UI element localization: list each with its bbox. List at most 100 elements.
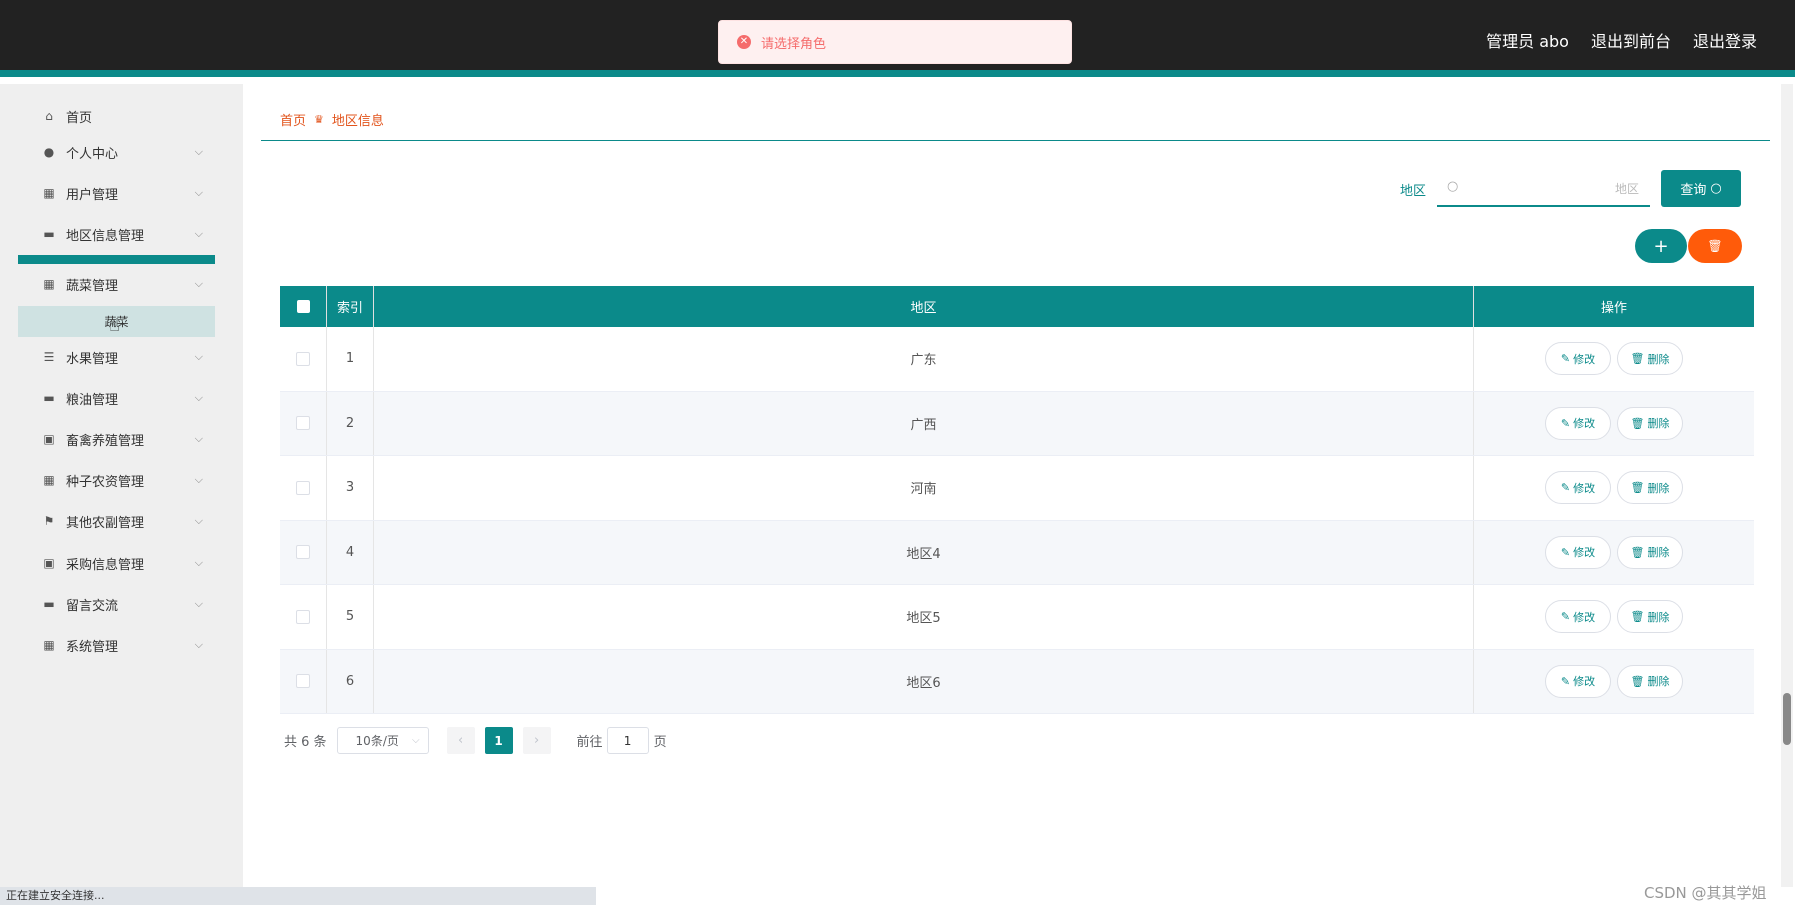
table-row: 5 地区5 ✎ 修改 🗑 删除 — [280, 585, 1754, 650]
query-button[interactable]: 查询 ○ — [1661, 170, 1741, 207]
row-checkbox[interactable] — [296, 609, 310, 624]
delete-button[interactable]: 🗑 删除 — [1617, 664, 1683, 698]
table-header: 索引 地区 操作 — [280, 286, 1754, 327]
flag-icon: ⚑ — [43, 514, 55, 528]
sidebar-item-region[interactable]: ▬ 地区信息管理 ⌵ — [18, 214, 215, 254]
row-checkbox[interactable] — [296, 545, 310, 560]
goto-page-input[interactable] — [606, 727, 649, 754]
edit-button[interactable]: ✎ 修改 — [1545, 664, 1611, 698]
row-checkbox[interactable] — [296, 674, 310, 689]
table-row: 2 广西 ✎ 修改 🗑 删除 — [280, 391, 1754, 456]
breadcrumb-home[interactable]: 首页 — [280, 110, 306, 129]
sidebar-item-personal[interactable]: ● 个人中心 ⌵ — [18, 132, 215, 172]
sidebar-item-vegetables[interactable]: ▦ 蔬菜管理 ⌵ — [18, 264, 215, 304]
browser-status-bar: 正在建立安全连接... — [0, 887, 596, 905]
grid-icon: ▦ — [43, 277, 55, 291]
row-select-cell[interactable] — [280, 520, 327, 584]
trash-icon: 🗑 — [1630, 481, 1645, 495]
header-region: 地区 — [374, 286, 1474, 327]
row-index: 1 — [327, 327, 374, 391]
select-all-checkbox[interactable] — [296, 300, 310, 313]
sidebar-item-livestock[interactable]: ▣ 畜禽养殖管理 ⌵ — [18, 419, 215, 459]
trash-icon: 🗑 — [1630, 610, 1645, 624]
delete-label: 删除 — [1647, 675, 1670, 689]
trash-icon: 🗑 — [1707, 239, 1723, 253]
edit-button[interactable]: ✎ 修改 — [1545, 342, 1611, 376]
row-checkbox[interactable] — [296, 480, 310, 495]
row-checkbox[interactable] — [296, 416, 310, 431]
scrollbar-track[interactable] — [1781, 84, 1793, 887]
sidebar-item-users[interactable]: ▦ 用户管理 ⌵ — [18, 173, 215, 213]
top-bar: ✕ 请选择角色 管理员 abo 退出到前台 退出登录 — [0, 0, 1795, 77]
active-menu-indicator — [18, 255, 215, 264]
row-select-cell[interactable] — [280, 327, 327, 391]
back-to-front-link[interactable]: 退出到前台 — [1591, 28, 1671, 52]
search-input[interactable] — [1467, 176, 1641, 202]
pagination: 共 6 条 10条/页 ⌵ ‹ 1 › 前往 页 — [284, 727, 667, 754]
edit-button[interactable]: ✎ 修改 — [1545, 600, 1611, 634]
delete-button[interactable]: 🗑 删除 — [1617, 535, 1683, 569]
sidebar-item-grain-oil[interactable]: ▬ 粮油管理 ⌵ — [18, 378, 215, 418]
next-page-button[interactable]: › — [522, 727, 551, 754]
trash-icon: 🗑 — [1630, 545, 1645, 559]
delete-button[interactable]: 🗑 删除 — [1617, 471, 1683, 505]
row-select-cell[interactable] — [280, 649, 327, 713]
chevron-right-icon: › — [533, 733, 540, 748]
sidebar-item-home[interactable]: ⌂ 首页 — [18, 96, 215, 136]
page-size-select[interactable]: 10条/页 ⌵ — [336, 727, 429, 754]
delete-button[interactable]: 🗑 删除 — [1617, 342, 1683, 376]
sidebar-item-other[interactable]: ⚑ 其他农副管理 ⌵ — [18, 501, 215, 541]
page-number-button[interactable]: 1 — [484, 727, 513, 754]
prev-page-button[interactable]: ‹ — [446, 727, 475, 754]
row-index: 5 — [327, 585, 374, 649]
sidebar-item-fruits[interactable]: ☰ 水果管理 ⌵ — [18, 337, 215, 377]
edit-button[interactable]: ✎ 修改 — [1545, 535, 1611, 569]
breadcrumb-current: 地区信息 — [331, 114, 384, 129]
goto-label: 前往 — [576, 735, 603, 750]
edit-label: 修改 — [1573, 481, 1596, 495]
edit-label: 修改 — [1573, 610, 1596, 624]
row-region: 地区5 — [374, 585, 1474, 649]
row-actions: ✎ 修改 🗑 删除 — [1474, 392, 1754, 456]
edit-label: 修改 — [1573, 417, 1596, 431]
sidebar-item-system[interactable]: ▦ 系统管理 ⌵ — [18, 625, 215, 665]
edit-button[interactable]: ✎ 修改 — [1545, 471, 1611, 505]
chevron-down-icon: ⌵ — [411, 735, 420, 746]
delete-label: 删除 — [1647, 546, 1670, 560]
edit-label: 修改 — [1573, 546, 1596, 560]
sliders-icon: ☰ — [43, 350, 55, 364]
row-actions: ✎ 修改 🗑 删除 — [1474, 650, 1754, 714]
toast-message: 请选择角色 — [761, 36, 827, 52]
delete-button[interactable]: 🗑 删除 — [1617, 600, 1683, 634]
page-unit: 页 — [653, 735, 667, 750]
edit-button[interactable]: ✎ 修改 — [1545, 406, 1611, 440]
sidebar-item-purchase[interactable]: ▣ 采购信息管理 ⌵ — [18, 543, 215, 583]
edit-icon: ✎ — [1560, 610, 1571, 624]
row-region: 广东 — [374, 327, 1474, 391]
row-checkbox[interactable] — [296, 351, 310, 366]
logout-link[interactable]: 退出登录 — [1693, 28, 1757, 52]
table-body: 1 广东 ✎ 修改 🗑 删除 2 广西 ✎ 修改 🗑 删除 3 河南 ✎ 修改 🗑 删除 4 地区4 ✎ 修改 🗑 删除 5 地区… — [280, 327, 1754, 714]
chevron-down-icon: ⌵ — [194, 473, 203, 486]
row-select-cell[interactable] — [280, 456, 327, 520]
sidebar-item-messages[interactable]: ▬ 留言交流 ⌵ — [18, 584, 215, 624]
grid-icon: ▦ — [43, 638, 55, 652]
edit-icon: ✎ — [1560, 352, 1571, 366]
query-button-label: 查询 — [1680, 183, 1707, 198]
row-region: 河南 — [374, 456, 1474, 520]
row-select-cell[interactable] — [280, 585, 327, 649]
row-select-cell[interactable] — [280, 391, 327, 455]
trash-icon: 🗑 — [1630, 352, 1645, 366]
scrollbar-thumb[interactable] — [1783, 693, 1791, 745]
batch-delete-button[interactable]: 🗑 — [1688, 229, 1742, 263]
header-select-all[interactable] — [280, 286, 327, 327]
edit-icon: ✎ — [1560, 545, 1571, 559]
watermark: CSDN @其其学姐 — [1644, 884, 1767, 902]
delete-label: 删除 — [1647, 417, 1670, 431]
error-toast: ✕ 请选择角色 — [718, 20, 1072, 64]
sidebar-item-seeds[interactable]: ▦ 种子农资管理 ⌵ — [18, 460, 215, 500]
add-button[interactable]: + — [1635, 229, 1687, 263]
delete-button[interactable]: 🗑 删除 — [1617, 406, 1683, 440]
plus-icon: + — [1653, 235, 1669, 257]
delete-label: 删除 — [1647, 481, 1670, 495]
